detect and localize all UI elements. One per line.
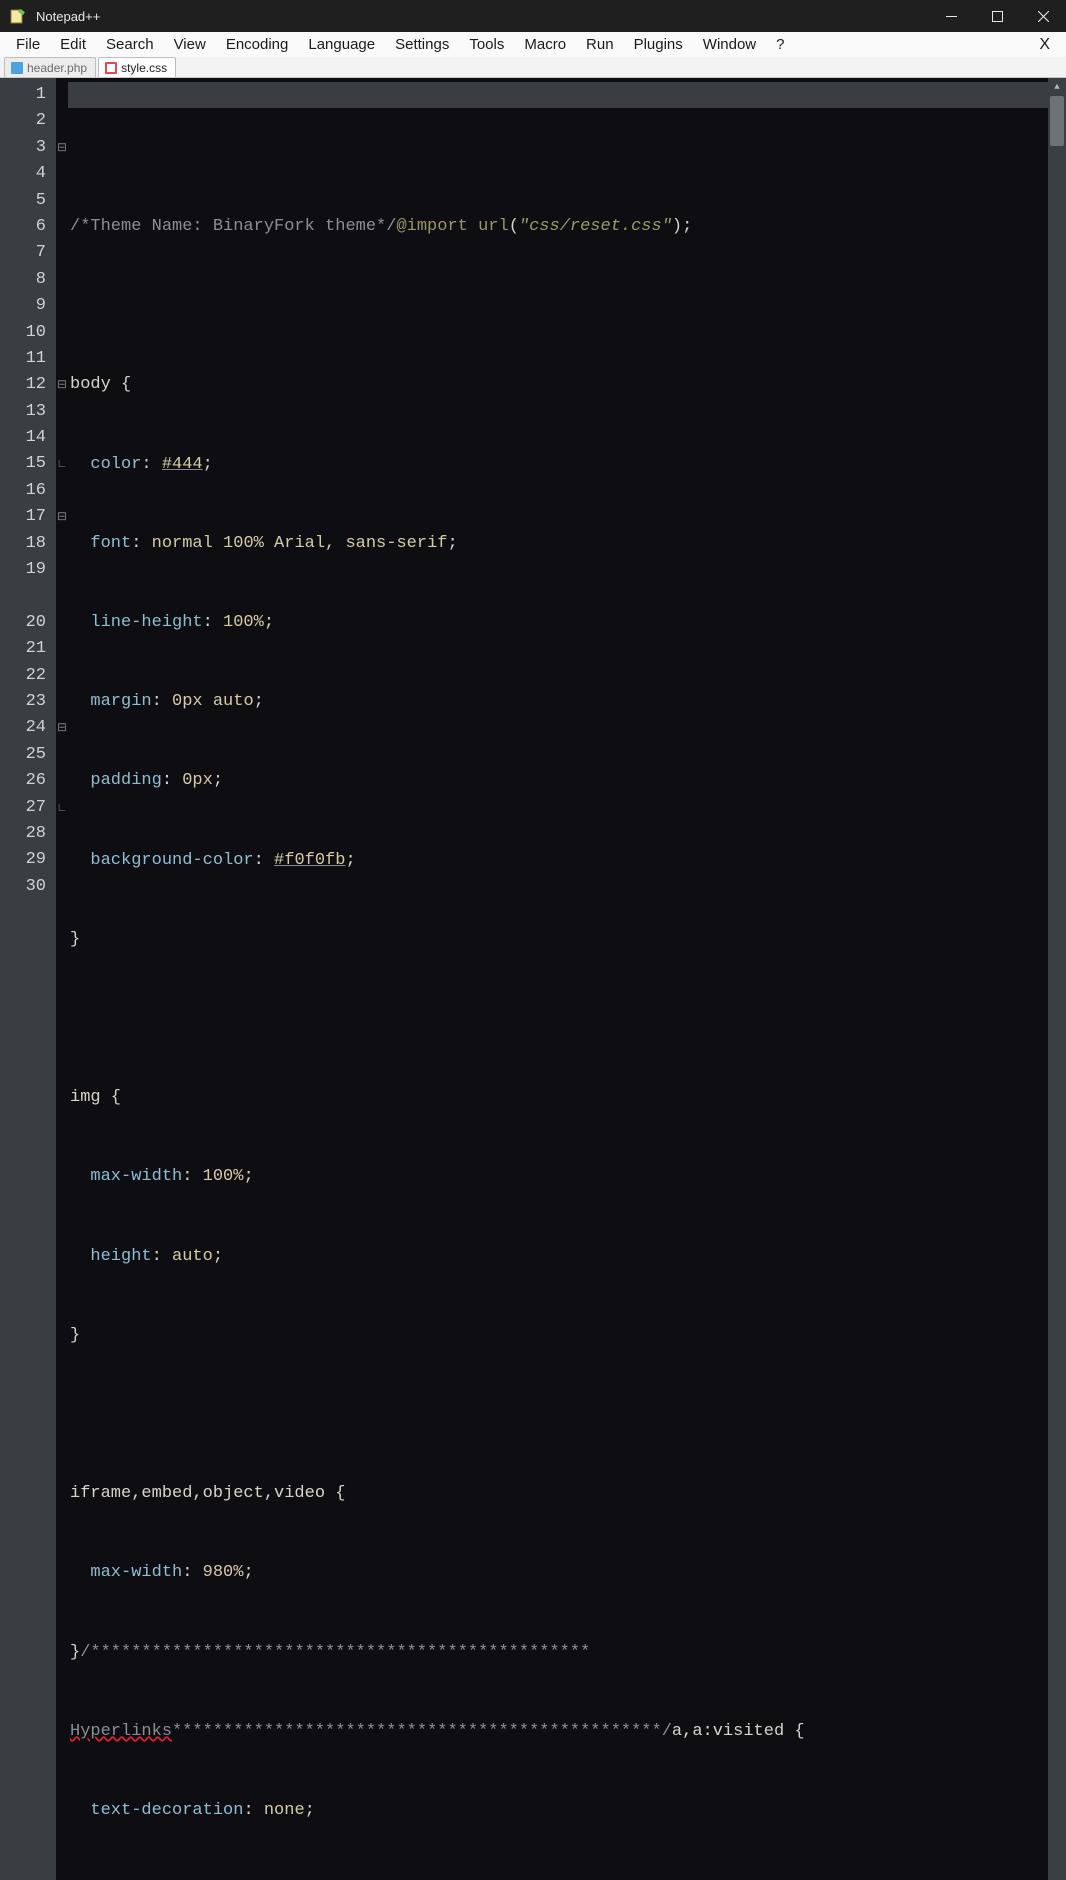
scroll-up-icon[interactable]: ▲: [1048, 78, 1066, 96]
tab-close-button[interactable]: X: [1039, 36, 1066, 54]
line-gutter: 1234567891011121314151617181920212223242…: [0, 78, 56, 1880]
titlebar: Notepad++: [0, 0, 1066, 32]
menu-language[interactable]: Language: [298, 32, 385, 57]
maximize-button[interactable]: [974, 0, 1020, 32]
menu-encoding[interactable]: Encoding: [216, 32, 299, 57]
tab-label: style.css: [121, 61, 167, 75]
menu-run[interactable]: Run: [576, 32, 624, 57]
editor[interactable]: 1234567891011121314151617181920212223242…: [0, 78, 1066, 1880]
current-line-highlight: [68, 82, 1048, 108]
menu-settings[interactable]: Settings: [385, 32, 459, 57]
vertical-scrollbar[interactable]: ▲ ▼: [1048, 78, 1066, 1880]
file-icon: [11, 62, 23, 74]
menu-file[interactable]: File: [6, 32, 50, 57]
menu-search[interactable]: Search: [96, 32, 164, 57]
file-unsaved-icon: [105, 62, 117, 74]
menu-help[interactable]: ?: [766, 32, 794, 57]
menu-window[interactable]: Window: [693, 32, 766, 57]
minimize-button[interactable]: [928, 0, 974, 32]
menu-tools[interactable]: Tools: [459, 32, 514, 57]
tab-style-css[interactable]: style.css: [98, 57, 176, 77]
scroll-thumb[interactable]: [1050, 96, 1064, 146]
menu-edit[interactable]: Edit: [50, 32, 96, 57]
tabbar: header.php style.css: [0, 57, 1066, 78]
tab-label: header.php: [27, 61, 87, 75]
menu-macro[interactable]: Macro: [514, 32, 576, 57]
close-button[interactable]: [1020, 0, 1066, 32]
menu-plugins[interactable]: Plugins: [624, 32, 693, 57]
fold-column[interactable]: ⊟⊟∟⊟⊟∟: [56, 78, 68, 1880]
code-area[interactable]: /*Theme Name: BinaryFork theme*/@import …: [68, 78, 1048, 1880]
app-icon: [10, 8, 26, 24]
window-title: Notepad++: [36, 9, 100, 24]
menubar: File Edit Search View Encoding Language …: [0, 32, 1066, 57]
menu-view[interactable]: View: [164, 32, 216, 57]
tab-header-php[interactable]: header.php: [4, 57, 96, 77]
